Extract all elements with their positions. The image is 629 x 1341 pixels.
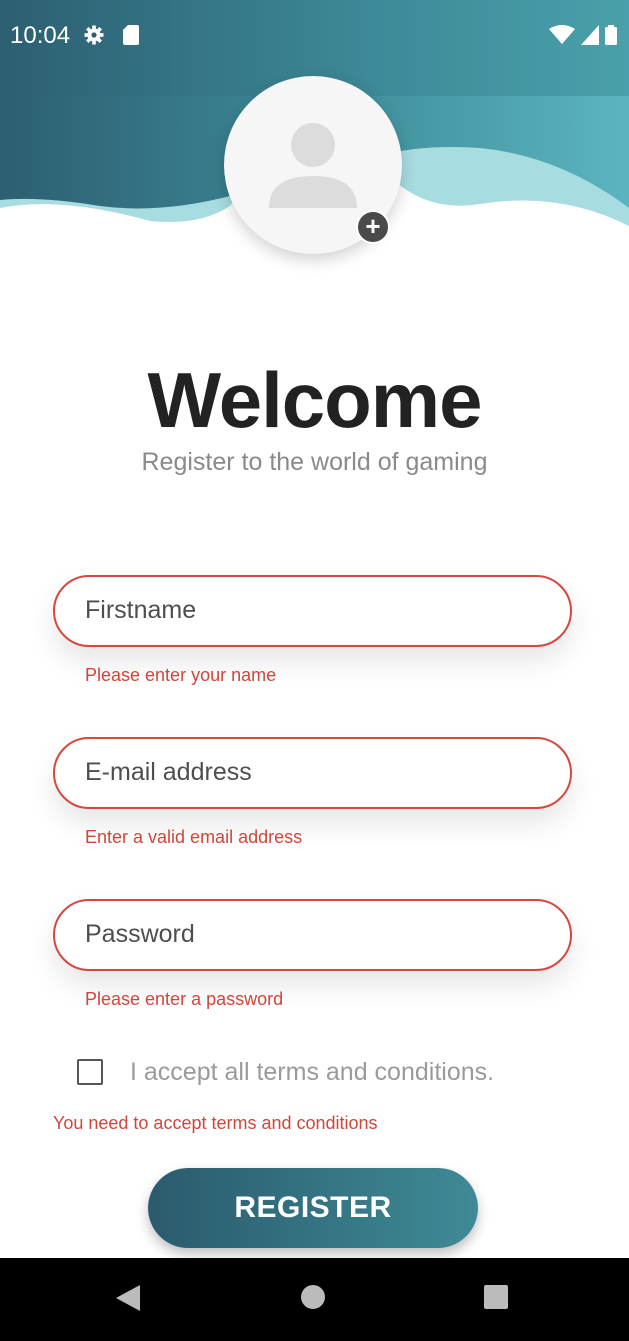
terms-label[interactable]: I accept all terms and conditions. bbox=[130, 1058, 494, 1087]
firstname-field[interactable]: Firstname bbox=[53, 575, 572, 647]
wifi-icon bbox=[549, 25, 575, 44]
home-icon[interactable] bbox=[301, 1285, 325, 1309]
recents-icon[interactable] bbox=[484, 1285, 508, 1309]
password-error: Please enter a password bbox=[85, 989, 284, 1009]
password-field[interactable]: Password bbox=[53, 899, 572, 971]
page-subtitle: Register to the world of gaming bbox=[141, 448, 488, 476]
status-time: 10:04 bbox=[10, 22, 71, 49]
firstname-placeholder: Firstname bbox=[85, 596, 197, 624]
gear-icon bbox=[84, 25, 104, 45]
status-indicators bbox=[549, 25, 617, 45]
back-icon[interactable] bbox=[116, 1285, 140, 1311]
email-placeholder: E-mail address bbox=[85, 758, 252, 786]
signal-icon bbox=[581, 25, 599, 45]
sd-card-icon bbox=[123, 25, 139, 45]
plus-icon: + bbox=[365, 211, 381, 241]
battery-icon bbox=[605, 25, 617, 45]
register-button[interactable]: REGISTER bbox=[148, 1168, 478, 1248]
terms-error: You need to accept terms and conditions bbox=[53, 1113, 378, 1133]
terms-checkbox[interactable] bbox=[77, 1059, 103, 1085]
email-error: Enter a valid email address bbox=[85, 827, 303, 847]
add-photo-button[interactable]: + bbox=[356, 210, 390, 244]
firstname-error: Please enter your name bbox=[85, 665, 277, 685]
email-field[interactable]: E-mail address bbox=[53, 737, 572, 809]
page-title: Welcome bbox=[147, 356, 482, 444]
password-placeholder: Password bbox=[85, 920, 195, 948]
